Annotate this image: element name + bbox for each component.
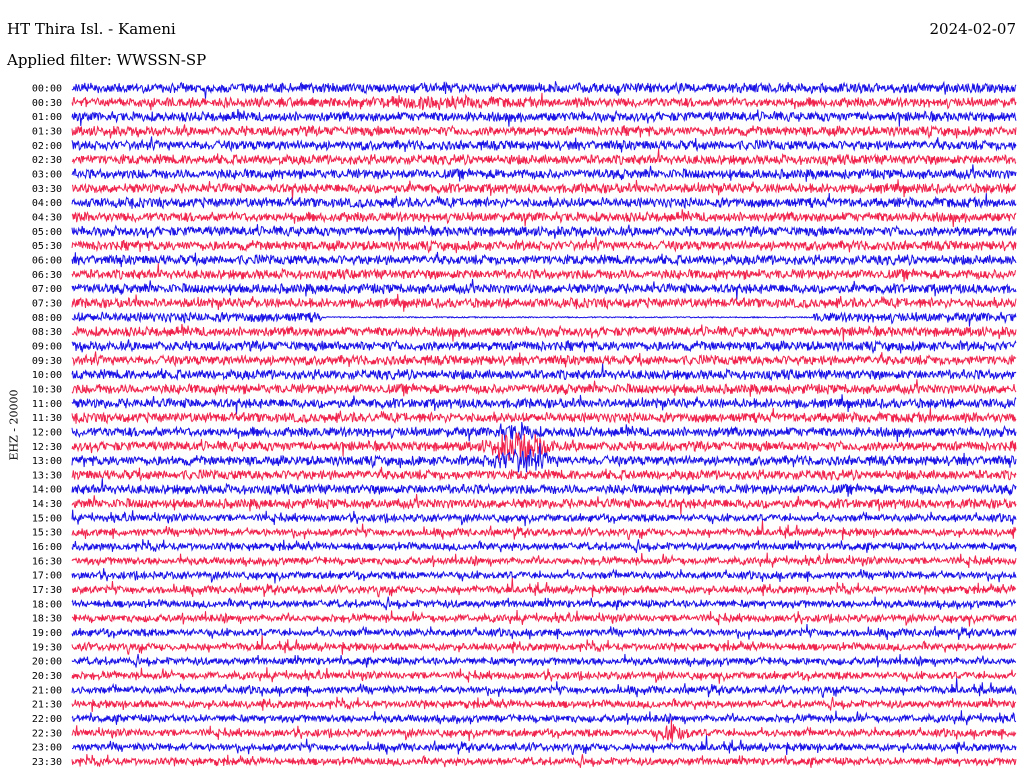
row-time-label: 22:00 — [32, 714, 62, 725]
row-time-label: 09:30 — [32, 356, 62, 367]
trace-row — [71, 293, 1017, 312]
row-time-label: 10:30 — [32, 384, 62, 395]
row-time-label: 05:00 — [32, 227, 62, 238]
row-time-label: 04:00 — [32, 198, 62, 209]
trace-row — [71, 148, 1017, 167]
trace-row — [71, 754, 1017, 768]
row-time-label: 15:00 — [32, 513, 62, 524]
trace-row — [71, 577, 1017, 598]
trace-row — [71, 251, 1017, 268]
row-time-label: 14:30 — [32, 499, 62, 510]
trace-row — [71, 568, 1017, 584]
trace-row — [71, 311, 1017, 327]
trace-row — [71, 179, 1017, 200]
trace-row — [71, 164, 1017, 182]
trace-row — [71, 136, 1017, 153]
row-time-label: 18:00 — [32, 599, 62, 610]
row-time-label: 06:30 — [32, 270, 62, 281]
trace-row — [71, 363, 1017, 382]
trace-row — [71, 539, 1017, 553]
trace-row — [71, 421, 1017, 442]
row-time-label: 16:00 — [32, 542, 62, 553]
row-time-label: 21:30 — [32, 700, 62, 711]
trace-row — [71, 520, 1017, 541]
row-time-label: 13:30 — [32, 470, 62, 481]
row-time-label: 08:00 — [32, 313, 62, 324]
trace-row — [71, 124, 1017, 140]
row-time-label: 17:30 — [32, 585, 62, 596]
row-time-label: 00:30 — [32, 98, 62, 109]
row-time-label: 21:00 — [32, 685, 62, 696]
row-time-label: 07:30 — [32, 298, 62, 309]
row-time-label: 17:00 — [32, 571, 62, 582]
trace-row — [71, 407, 1017, 425]
trace-row — [71, 278, 1017, 300]
row-time-label: 05:30 — [32, 241, 62, 252]
row-time-label: 03:00 — [32, 169, 62, 180]
trace-row — [71, 509, 1017, 527]
trace-row — [71, 209, 1017, 227]
seismogram-plot: 00:00 00:30 01:00 01:30 02:00 02:30 03:00 03:30… — [32, 80, 1017, 769]
row-time-label: 08:30 — [32, 327, 62, 338]
trace-row — [71, 552, 1017, 568]
trace-row — [71, 719, 1017, 743]
row-time-label: 11:30 — [32, 413, 62, 424]
trace-row — [71, 351, 1017, 368]
trace-row — [71, 678, 1017, 698]
trace-row — [71, 263, 1017, 282]
trace-row — [71, 323, 1017, 342]
row-time-label: 06:00 — [32, 255, 62, 266]
row-time-label: 18:30 — [32, 614, 62, 625]
trace-row — [71, 224, 1017, 242]
row-time-label: 23:00 — [32, 743, 62, 754]
trace-row — [71, 609, 1017, 627]
row-time-label: 03:30 — [32, 184, 62, 195]
trace-row — [71, 635, 1017, 655]
trace-row — [71, 596, 1017, 611]
trace-row — [71, 394, 1017, 415]
trace-row — [71, 192, 1017, 210]
row-time-label: 00:00 — [32, 84, 62, 95]
trace-layer — [71, 80, 1017, 768]
trace-row — [71, 710, 1017, 726]
row-time-label: 09:00 — [32, 341, 62, 352]
row-time-label: 19:30 — [32, 642, 62, 653]
trace-row — [71, 493, 1017, 515]
row-time-label: 20:00 — [32, 657, 62, 668]
row-time-label: 22:30 — [32, 728, 62, 739]
trace-row — [71, 92, 1017, 111]
row-time-label: 07:00 — [32, 284, 62, 295]
row-time-label: 01:30 — [32, 126, 62, 137]
row-time-label: 02:00 — [32, 141, 62, 152]
row-time-label: 19:00 — [32, 628, 62, 639]
trace-row — [71, 236, 1017, 254]
row-time-label: 23:30 — [32, 757, 62, 768]
trace-row — [71, 653, 1017, 668]
row-time-label: 01:00 — [32, 112, 62, 123]
row-time-label: 10:00 — [32, 370, 62, 381]
row-time-label: 15:30 — [32, 528, 62, 539]
trace-row — [71, 466, 1017, 482]
row-time-label: 12:30 — [32, 442, 62, 453]
trace-row — [71, 623, 1017, 640]
row-time-label: 04:30 — [32, 212, 62, 223]
row-time-label: 02:30 — [32, 155, 62, 166]
row-time-label: 13:00 — [32, 456, 62, 467]
row-time-label: 20:30 — [32, 671, 62, 682]
row-time-label: 16:30 — [32, 556, 62, 567]
trace-row — [71, 108, 1017, 127]
trace-row — [71, 735, 1017, 756]
row-time-label: 14:00 — [32, 485, 62, 496]
trace-row — [71, 379, 1017, 397]
trace-row — [71, 696, 1017, 713]
trace-row — [71, 667, 1017, 684]
trace-row — [71, 478, 1017, 497]
row-time-label: 11:00 — [32, 399, 62, 410]
trace-row — [71, 339, 1017, 355]
trace-row — [71, 80, 1017, 99]
time-label-layer: 00:00 00:30 01:00 01:30 02:00 02:30 03:00 03:30… — [32, 84, 62, 769]
row-time-label: 12:00 — [32, 427, 62, 438]
